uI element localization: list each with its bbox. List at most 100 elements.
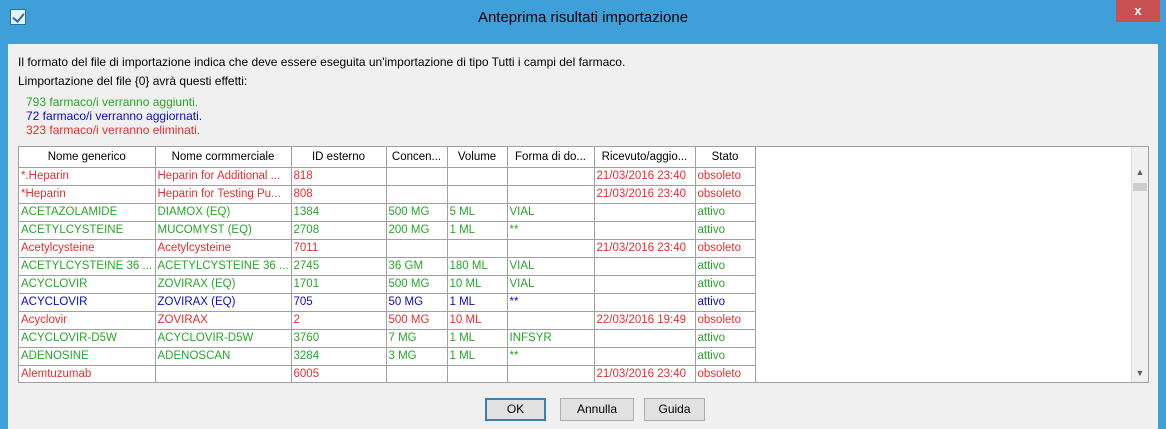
table-row[interactable]: *Heparin Heparin for Testing Pu... 808 21/0… [19,185,756,204]
volume-cell [447,185,508,204]
brand-name-cell: ACYCLOVIR-D5W [155,329,292,348]
dosage-form-cell: VIAL [507,203,595,222]
column-header-concentration[interactable]: Concen... [386,147,448,168]
volume-cell [447,239,508,258]
concentration-cell: 500 MG [386,275,448,294]
status-cell: attivo [695,257,756,276]
received-updated-cell [594,329,696,348]
concentration-cell: 36 GM [386,257,448,276]
received-updated-cell [594,293,696,312]
generic-name-cell: ACYCLOVIR [19,275,156,294]
dosage-form-cell [507,185,595,204]
help-button[interactable]: Guida [644,398,705,421]
table-row[interactable]: ACYCLOVIR ZOVIRAX (EQ) 1701 500 MG 10 ML VIAL… [19,275,756,294]
table-row[interactable]: ACETYLCYSTEINE MUCOMYST (EQ) 2708 200 MG 1 M… [19,221,756,240]
column-header-brand-name[interactable]: Nome cormmerciale [155,147,292,168]
status-cell: obsoleto [695,365,756,382]
volume-cell: 1 ML [447,329,508,348]
table-row[interactable]: ACYCLOVIR ZOVIRAX (EQ) 705 50 MG 1 ML ** attiv… [19,293,756,312]
column-header-external-id[interactable]: ID esterno [291,147,387,168]
column-header-dosage-form[interactable]: Forma di do... [507,147,595,168]
generic-name-cell: ADENOSINE [19,347,156,366]
volume-cell: 5 ML [447,203,508,222]
status-cell: attivo [695,347,756,366]
brand-name-cell: MUCOMYST (EQ) [155,221,292,240]
dosage-form-cell [507,311,595,330]
dosage-form-cell: VIAL [507,257,595,276]
table-row[interactable]: ACETYLCYSTEINE 36 ... ACETYLCYSTEINE 36 .… [19,257,756,276]
window-title: Anteprima risultati importazione [477,9,689,26]
status-cell: attivo [695,329,756,348]
brand-name-cell: ACETYLCYSTEINE 36 ... [155,257,292,276]
table-row[interactable]: Acyclovir ZOVIRAX 2 500 MG 10 ML 22/03/2016 1… [19,311,756,330]
status-cell: obsoleto [695,167,756,186]
cancel-button[interactable]: Annulla [560,398,634,421]
table-row[interactable]: ACYCLOVIR-D5W ACYCLOVIR-D5W 3760 7 MG 1 ML IN… [19,329,756,348]
generic-name-cell: Acyclovir [19,311,156,330]
volume-cell: 1 ML [447,221,508,240]
status-cell: attivo [695,221,756,240]
external-id-cell: 2745 [291,257,387,276]
column-header-received-updated[interactable]: Ricevuto/aggio... [594,147,696,168]
table-row[interactable]: Acetylcysteine Acetylcysteine 7011 21/03/20… [19,239,756,258]
results-grid[interactable]: Nome generico Nome cormmerciale ID ester… [18,146,1149,383]
concentration-cell: 50 MG [386,293,448,312]
grid-body: *.Heparin Heparin for Additional ... 818 21… [19,167,756,382]
column-header-status[interactable]: Stato [695,147,756,168]
generic-name-cell: ACETAZOLAMIDE [19,203,156,222]
chevron-down-icon[interactable]: ▼ [1132,365,1148,382]
scrollbar-thumb[interactable] [1133,183,1147,191]
volume-cell [447,167,508,186]
generic-name-cell: *.Heparin [19,167,156,186]
status-cell: attivo [695,293,756,312]
received-updated-cell: 22/03/2016 19:49 [594,311,696,330]
column-header-volume[interactable]: Volume [447,147,508,168]
concentration-cell: 500 MG [386,203,448,222]
dosage-form-cell [507,239,595,258]
status-cell: attivo [695,203,756,222]
brand-name-cell: Heparin for Additional ... [155,167,292,186]
concentration-cell [386,185,448,204]
received-updated-cell [594,221,696,240]
table-row[interactable]: Alemtuzumab 6005 21/03/2016 23:40 obsoleto [19,365,756,382]
external-id-cell: 3760 [291,329,387,348]
brand-name-cell: ZOVIRAX (EQ) [155,275,292,294]
generic-name-cell: ACETYLCYSTEINE [19,221,156,240]
external-id-cell: 818 [291,167,387,186]
chevron-up-icon[interactable]: ▲ [1132,164,1148,181]
vertical-scrollbar[interactable]: ▲ ▼ [1131,147,1148,382]
title-bar[interactable]: Anteprima risultati importazione x [0,0,1166,34]
dosage-form-cell [507,167,595,186]
concentration-cell [386,239,448,258]
concentration-cell: 200 MG [386,221,448,240]
table-row[interactable]: *.Heparin Heparin for Additional ... 818 21… [19,167,756,186]
status-cell: obsoleto [695,185,756,204]
concentration-cell [386,167,448,186]
updated-summary: 72 farmaco/i verranno aggiornati. [26,109,203,123]
brand-name-cell [155,365,292,382]
external-id-cell: 1701 [291,275,387,294]
brand-name-cell: ZOVIRAX (EQ) [155,293,292,312]
received-updated-cell [594,275,696,294]
received-updated-cell: 21/03/2016 23:40 [594,365,696,382]
dosage-form-cell: INFSYR [507,329,595,348]
generic-name-cell: ACETYLCYSTEINE 36 ... [19,257,156,276]
brand-name-cell: ZOVIRAX [155,311,292,330]
dosage-form-cell: VIAL [507,275,595,294]
volume-cell: 1 ML [447,293,508,312]
brand-name-cell: Heparin for Testing Pu... [155,185,292,204]
column-header-generic-name[interactable]: Nome generico [19,147,156,168]
external-id-cell: 6005 [291,365,387,382]
close-button[interactable]: x [1116,0,1160,22]
table-row[interactable]: ADENOSINE ADENOSCAN 3284 3 MG 1 ML ** attivo [19,347,756,366]
received-updated-cell: 21/03/2016 23:40 [594,185,696,204]
table-row[interactable]: ACETAZOLAMIDE DIAMOX (EQ) 1384 500 MG 5 ML VI… [19,203,756,222]
received-updated-cell [594,203,696,222]
external-id-cell: 2 [291,311,387,330]
status-cell: obsoleto [695,239,756,258]
added-summary: 793 farmaco/i verranno aggiunti. [26,95,199,109]
external-id-cell: 705 [291,293,387,312]
volume-cell: 10 ML [447,275,508,294]
ok-button[interactable]: OK [485,398,546,421]
external-id-cell: 808 [291,185,387,204]
